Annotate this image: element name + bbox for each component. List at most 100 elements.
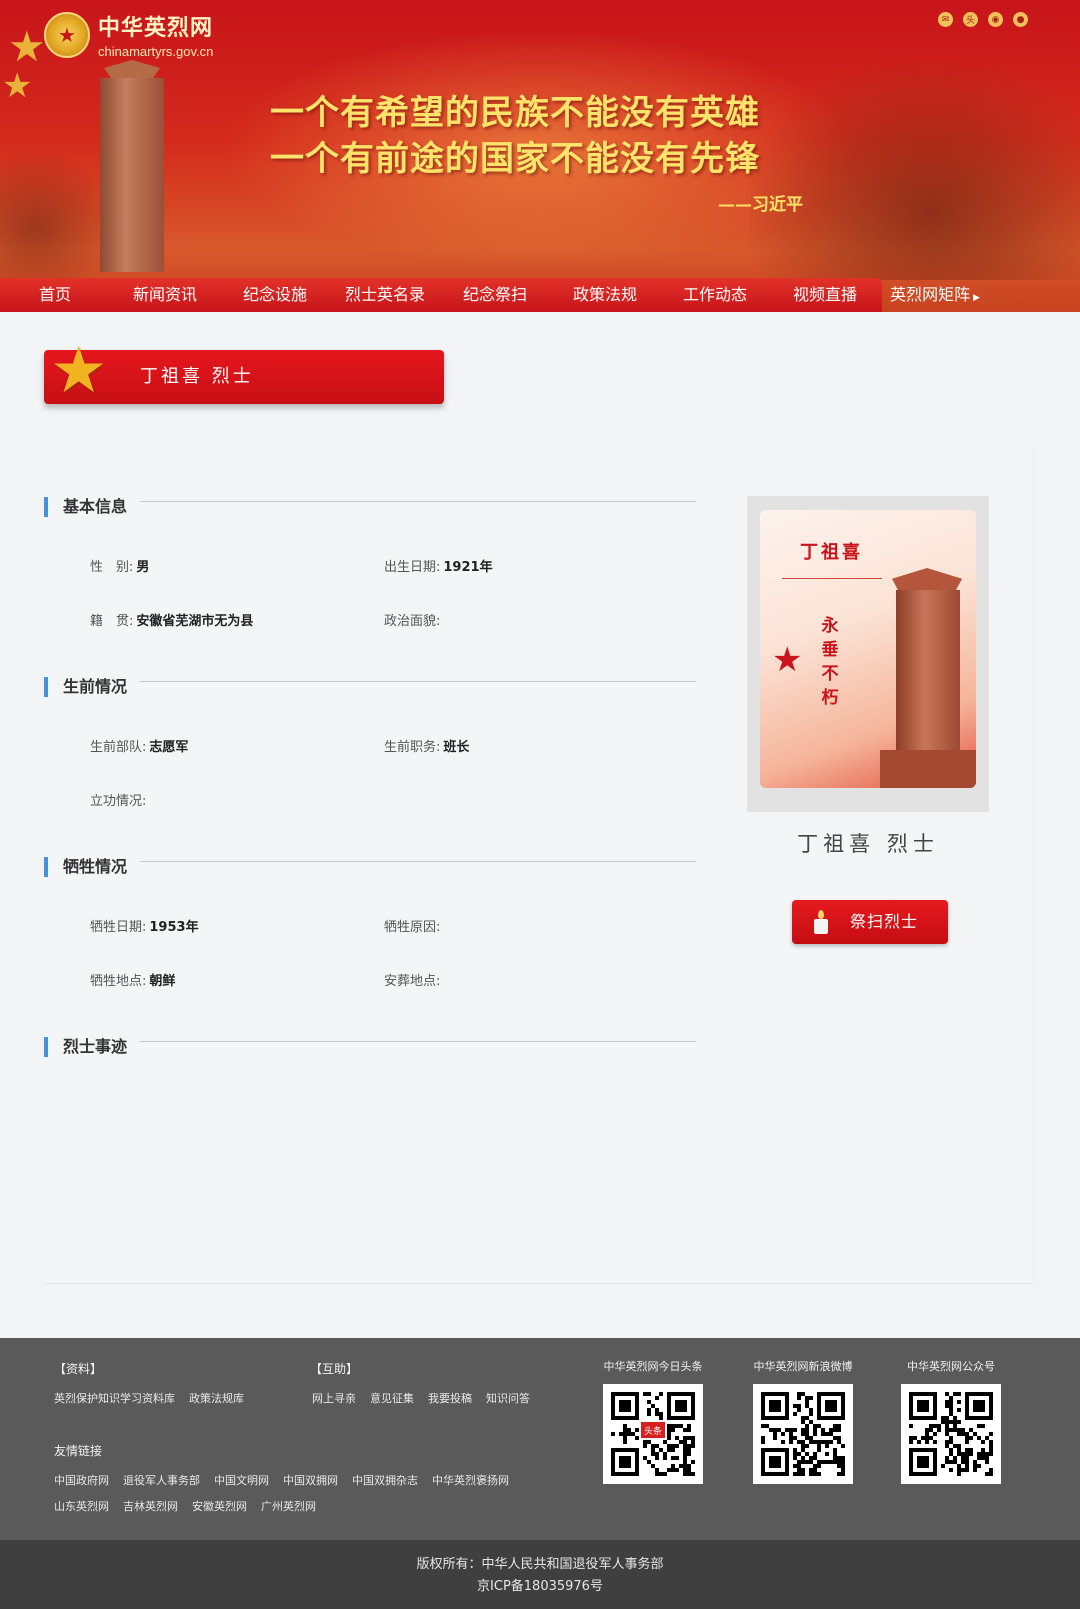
- site-logo[interactable]: ★ 中华英烈网 chinamartyrs.gov.cn: [44, 10, 213, 59]
- mail-icon[interactable]: ✉: [938, 12, 953, 27]
- memorial-poster-image: 丁祖喜 ★ 永 垂 不 朽: [760, 510, 976, 788]
- weibo-icon[interactable]: ◉: [988, 12, 1003, 27]
- field-unit: 生前部队: 志愿军: [90, 736, 188, 755]
- nav-item-policy[interactable]: 政策法规: [550, 278, 660, 312]
- martyr-portrait: 丁祖喜 ★ 永 垂 不 朽: [747, 496, 989, 812]
- tribute-button[interactable]: 祭扫烈士: [792, 900, 948, 944]
- qr-caption: 中华英烈网新浪微博: [753, 1360, 853, 1373]
- main-nav: 首页 新闻资讯 纪念设施 烈士英名录 纪念祭扫 政策法规 工作动态 视频直播 英…: [0, 278, 1080, 312]
- section-title: 基本信息: [63, 497, 128, 516]
- slogan-line-2: 一个有前途的国家不能没有先锋: [270, 139, 760, 179]
- field-label: 籍 贯:: [90, 614, 134, 629]
- friend-link[interactable]: 吉林英烈网: [123, 1498, 178, 1514]
- footer-friends-row-1: 中国政府网 退役军人事务部 中国文明网 中国双拥网 中国双拥杂志 中华英烈褒扬网: [54, 1472, 509, 1488]
- footer-link[interactable]: 意见征集: [370, 1390, 414, 1406]
- field-burial-place: 安葬地点:: [384, 970, 443, 989]
- wechat-icon[interactable]: ●: [1013, 12, 1028, 27]
- field-value: 志愿军: [149, 740, 189, 755]
- nav-item-news[interactable]: 新闻资讯: [110, 278, 220, 312]
- site-footer: 【资料】 英烈保护知识学习资料库 政策法规库 【互助】 网上寻亲 意见征集 我要…: [0, 1338, 1080, 1540]
- field-label: 安葬地点:: [384, 974, 441, 989]
- field-value: 1953年: [149, 920, 199, 935]
- field-value: 班长: [443, 740, 470, 755]
- soldier-sculpture-image: [750, 60, 1080, 280]
- field-label: 性 别:: [90, 560, 134, 575]
- footer-link[interactable]: 政策法规库: [189, 1390, 244, 1406]
- poster-name: 丁祖喜: [800, 542, 863, 563]
- section-deeds: 烈士事迹: [44, 1036, 696, 1058]
- friend-link[interactable]: 中国政府网: [54, 1472, 109, 1488]
- field-gender: 性 别: 男: [90, 556, 149, 575]
- friend-link[interactable]: 中国双拥杂志: [352, 1472, 418, 1488]
- section-basic-info: 基本信息: [44, 496, 696, 518]
- field-label: 牺牲日期:: [90, 920, 147, 935]
- slogan-line-1: 一个有希望的民族不能没有英雄: [270, 93, 760, 133]
- nav-item-video[interactable]: 视频直播: [770, 278, 880, 312]
- top-icon-group: ✉ 头 ◉ ●: [938, 12, 1028, 27]
- field-post: 生前职务: 班长: [384, 736, 469, 755]
- qr-code-image[interactable]: [753, 1384, 853, 1484]
- field-label: 政治面貌:: [384, 614, 441, 629]
- banner-martyr-name: 丁祖喜 烈士: [140, 366, 254, 387]
- nav-item-facilities[interactable]: 纪念设施: [220, 278, 330, 312]
- section-divider: [140, 681, 696, 682]
- friend-link[interactable]: 中国双拥网: [283, 1472, 338, 1488]
- footer-interact-links: 网上寻亲 意见征集 我要投稿 知识问答: [312, 1390, 530, 1406]
- friend-link[interactable]: 中国文明网: [214, 1472, 269, 1488]
- field-label: 立功情况:: [90, 794, 147, 809]
- field-sacrifice-place: 牺牲地点: 朝鲜: [90, 970, 175, 989]
- field-label: 生前部队:: [90, 740, 147, 755]
- qr-wechat: 中华英烈网公众号: [896, 1358, 1006, 1484]
- nav-item-matrix[interactable]: 英烈网矩阵 ▶: [880, 278, 990, 312]
- nav-item-work[interactable]: 工作动态: [660, 278, 770, 312]
- icp-number[interactable]: 京ICP备18035976号: [0, 1576, 1080, 1598]
- footer-resources-title: 【资料】: [54, 1362, 103, 1376]
- toutiao-icon[interactable]: 头: [963, 12, 978, 27]
- copyright-owner: 版权所有：中华人民共和国退役军人事务部: [416, 1557, 664, 1572]
- section-title: 生前情况: [63, 677, 128, 696]
- poster-motto: 永 垂 不 朽: [820, 614, 840, 710]
- friend-link[interactable]: 安徽英烈网: [192, 1498, 247, 1514]
- field-label: 牺牲原因:: [384, 920, 441, 935]
- footer-interact-title: 【互助】: [310, 1362, 359, 1376]
- motto-char: 永: [821, 616, 839, 636]
- section-title: 烈士事迹: [63, 1037, 128, 1056]
- section-divider: [140, 861, 696, 862]
- qr-code-image[interactable]: [901, 1384, 1001, 1484]
- slogan-signature: ——习近平: [718, 195, 803, 215]
- national-emblem-icon: ★: [44, 11, 90, 58]
- nav-item-memorial[interactable]: 纪念祭扫: [440, 278, 550, 312]
- martyr-detail-panel: 基本信息 性 别: 男 出生日期: 1921年 籍 贯: 安徽省芜湖市无为县 政治面貌…: [44, 448, 1034, 1284]
- gold-star-icon: ★: [50, 334, 108, 408]
- field-sacrifice-date: 牺牲日期: 1953年: [90, 916, 199, 935]
- section-marker: [44, 677, 48, 697]
- friend-link[interactable]: 山东英烈网: [54, 1498, 109, 1514]
- friend-link[interactable]: 中华英烈褒扬网: [432, 1472, 509, 1488]
- field-merit: 立功情况:: [90, 790, 149, 809]
- footer-link[interactable]: 知识问答: [486, 1390, 530, 1406]
- site-name: 中华英烈网: [98, 15, 214, 41]
- friend-link[interactable]: 退役军人事务部: [123, 1472, 200, 1488]
- qr-caption: 中华英烈网公众号: [907, 1360, 995, 1373]
- section-marker: [44, 857, 48, 877]
- footer-link[interactable]: 网上寻亲: [312, 1390, 356, 1406]
- qr-weibo: 中华英烈网新浪微博: [748, 1358, 858, 1484]
- field-value: 男: [136, 560, 150, 575]
- star-icon: ★: [2, 66, 33, 106]
- field-value: 朝鲜: [149, 974, 176, 989]
- footer-link[interactable]: 我要投稿: [428, 1390, 472, 1406]
- star-icon: ★: [8, 22, 46, 71]
- site-header: ★ ★ ★ 中华英烈网 chinamartyrs.gov.cn 一个有希望的民族…: [0, 0, 1080, 312]
- qr-code-image[interactable]: 头条: [603, 1384, 703, 1484]
- section-sacrifice-info: 牺牲情况: [44, 856, 696, 878]
- footer-friends-row-2: 山东英烈网 吉林英烈网 安徽英烈网 广州英烈网: [54, 1498, 316, 1514]
- field-birth-date: 出生日期: 1921年: [384, 556, 493, 575]
- section-divider: [140, 501, 696, 502]
- nav-item-home[interactable]: 首页: [0, 278, 110, 312]
- friend-link[interactable]: 广州英烈网: [261, 1498, 316, 1514]
- nav-item-martyrs-list[interactable]: 烈士英名录: [330, 278, 440, 312]
- toutiao-badge: 头条: [639, 1420, 667, 1440]
- footer-link[interactable]: 英烈保护知识学习资料库: [54, 1390, 175, 1406]
- footer-friends-title: 友情链接: [54, 1444, 103, 1458]
- copyright-bar: 版权所有：中华人民共和国退役军人事务部 京ICP备18035976号: [0, 1540, 1080, 1609]
